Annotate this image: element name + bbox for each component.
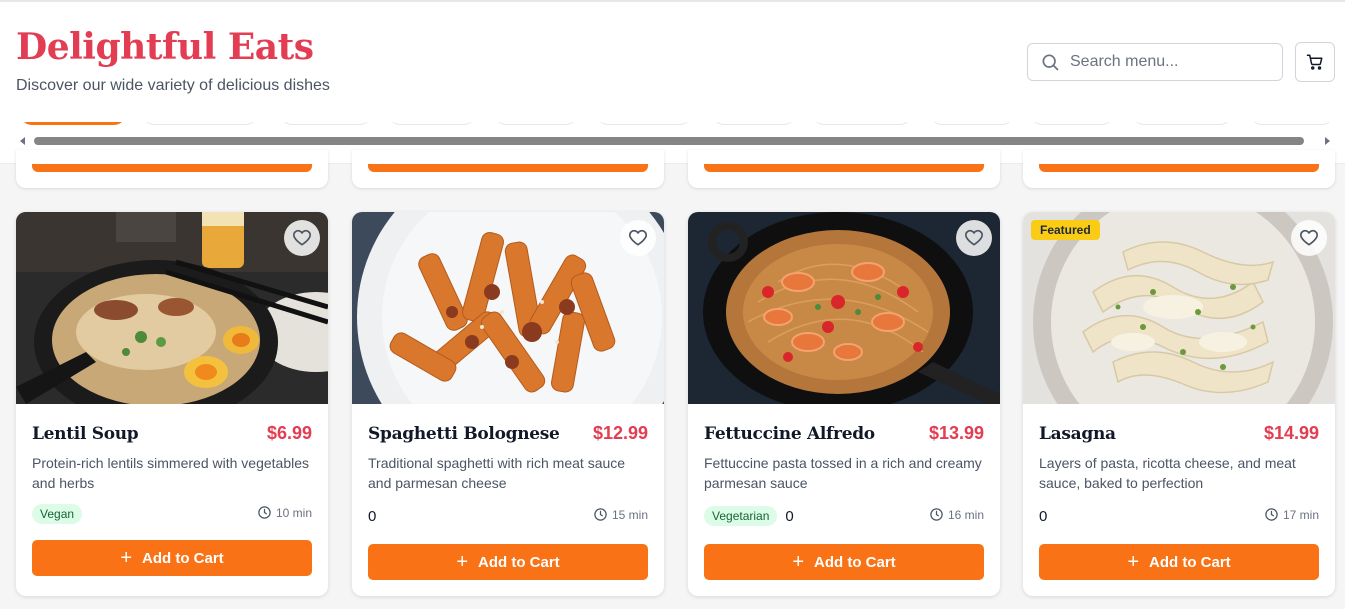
shopping-cart-icon <box>1306 54 1323 70</box>
clock-icon <box>258 506 271 519</box>
cart-count: 0 <box>1039 507 1048 525</box>
category-tab[interactable] <box>388 122 476 125</box>
dish-photo <box>16 212 328 404</box>
add-to-cart-label: Add to Cart <box>142 549 224 567</box>
add-to-cart-button[interactable]: + Add to Cart <box>1039 544 1319 580</box>
dish-meta: 0 17 min <box>1039 504 1319 528</box>
previous-add-button[interactable] <box>704 164 984 172</box>
heart-icon <box>292 229 312 246</box>
favorite-button[interactable] <box>1291 220 1327 256</box>
previous-card-bottom <box>1023 150 1335 188</box>
prep-time-label: 15 min <box>611 507 648 522</box>
dish-meta: Vegetarian 0 16 min <box>704 504 984 528</box>
horizontal-scrollbar[interactable] <box>20 136 1330 146</box>
site-header: Delightful Eats Discover our wide variet… <box>0 2 1345 122</box>
add-to-cart-button[interactable]: + Add to Cart <box>368 544 648 580</box>
category-tab[interactable] <box>712 122 796 125</box>
category-tab[interactable] <box>494 122 578 125</box>
diet-badge: Vegan <box>32 504 83 524</box>
prep-time: 15 min <box>593 507 648 522</box>
heart-icon <box>628 229 648 246</box>
add-to-cart-label: Add to Cart <box>1149 553 1231 571</box>
category-tab[interactable] <box>1250 122 1334 125</box>
dish-photo <box>352 212 664 404</box>
dish-photo <box>1023 212 1335 404</box>
search-icon <box>1042 54 1059 71</box>
plus-icon: + <box>120 547 132 569</box>
dish-meta: Vegan 10 min <box>32 502 312 526</box>
prep-time-label: 17 min <box>1282 507 1319 522</box>
add-to-cart-label: Add to Cart <box>814 553 896 571</box>
dish-meta: 0 15 min <box>368 504 648 528</box>
previous-add-button[interactable] <box>1039 164 1319 172</box>
dish-price: $14.99 <box>1263 423 1319 443</box>
cart-button[interactable] <box>1295 42 1335 82</box>
previous-add-button[interactable] <box>32 164 312 172</box>
dish-description: Protein-rich lentils simmered with veget… <box>32 455 309 491</box>
category-tab[interactable] <box>930 122 1014 125</box>
dish-card-lasagna: Featured Lasagna $14.99 Layers of pasta,… <box>1023 212 1335 596</box>
featured-badge: Featured <box>1031 220 1100 240</box>
dish-name: Spaghetti Bolognese <box>368 424 560 444</box>
dish-description: Traditional spaghetti with rich meat sau… <box>368 455 626 491</box>
dish-description: Fettuccine pasta tossed in a rich and cr… <box>704 455 982 491</box>
category-tab[interactable] <box>1030 122 1114 125</box>
cart-count: 0 <box>368 507 377 525</box>
brand-title: Delightful Eats <box>16 26 314 68</box>
category-tab[interactable] <box>280 122 372 125</box>
plus-icon: + <box>1127 551 1139 573</box>
dish-card-fettuccine-alfredo: Fettuccine Alfredo $13.99 Fettuccine pas… <box>688 212 1000 596</box>
scroll-thumb[interactable] <box>34 137 1304 145</box>
add-to-cart-button[interactable]: + Add to Cart <box>32 540 312 576</box>
favorite-button[interactable] <box>284 220 320 256</box>
search-box[interactable] <box>1027 43 1283 81</box>
category-tab[interactable] <box>812 122 912 125</box>
clock-icon <box>1265 508 1278 521</box>
favorite-button[interactable] <box>620 220 656 256</box>
dish-price: $13.99 <box>928 423 984 443</box>
add-to-cart-label: Add to Cart <box>478 553 560 571</box>
clock-icon <box>930 508 943 521</box>
prep-time-label: 16 min <box>947 507 984 522</box>
previous-add-button[interactable] <box>368 164 648 172</box>
scroll-right-arrow-icon[interactable] <box>1325 137 1330 145</box>
plus-icon: + <box>792 551 804 573</box>
dish-description: Layers of pasta, ricotta cheese, and mea… <box>1039 455 1296 491</box>
favorite-button[interactable] <box>956 220 992 256</box>
dish-photo <box>688 212 1000 404</box>
prep-time: 10 min <box>257 505 312 520</box>
clock-icon <box>594 508 607 521</box>
search-input[interactable] <box>1070 53 1270 71</box>
heart-icon <box>1299 229 1319 246</box>
dish-price: $6.99 <box>266 423 312 443</box>
category-tab[interactable] <box>596 122 692 125</box>
dish-price: $12.99 <box>592 423 648 443</box>
dish-name: Lasagna <box>1039 424 1116 444</box>
diet-badge: Vegetarian <box>704 506 778 526</box>
brand-tagline: Discover our wide variety of delicious d… <box>16 77 330 94</box>
heart-icon <box>964 229 984 246</box>
dish-card-spaghetti-bolognese: Spaghetti Bolognese $12.99 Traditional s… <box>352 212 664 596</box>
prep-time: 17 min <box>1264 507 1319 522</box>
previous-card-bottom <box>688 150 1000 188</box>
previous-card-bottom <box>352 150 664 188</box>
category-tab[interactable] <box>142 122 258 125</box>
dish-name: Lentil Soup <box>32 424 139 444</box>
add-to-cart-button[interactable]: + Add to Cart <box>704 544 984 580</box>
dish-card-lentil-soup: Lentil Soup $6.99 Protein-rich lentils s… <box>16 212 328 596</box>
scroll-left-arrow-icon[interactable] <box>20 137 25 145</box>
category-tab-active[interactable] <box>20 122 126 125</box>
plus-icon: + <box>456 551 468 573</box>
prep-time-label: 10 min <box>275 505 312 520</box>
cart-count: 0 <box>785 507 794 525</box>
category-tab[interactable] <box>1132 122 1232 125</box>
prep-time: 16 min <box>929 507 984 522</box>
dish-name: Fettuccine Alfredo <box>704 424 875 444</box>
previous-card-bottom <box>16 150 328 188</box>
